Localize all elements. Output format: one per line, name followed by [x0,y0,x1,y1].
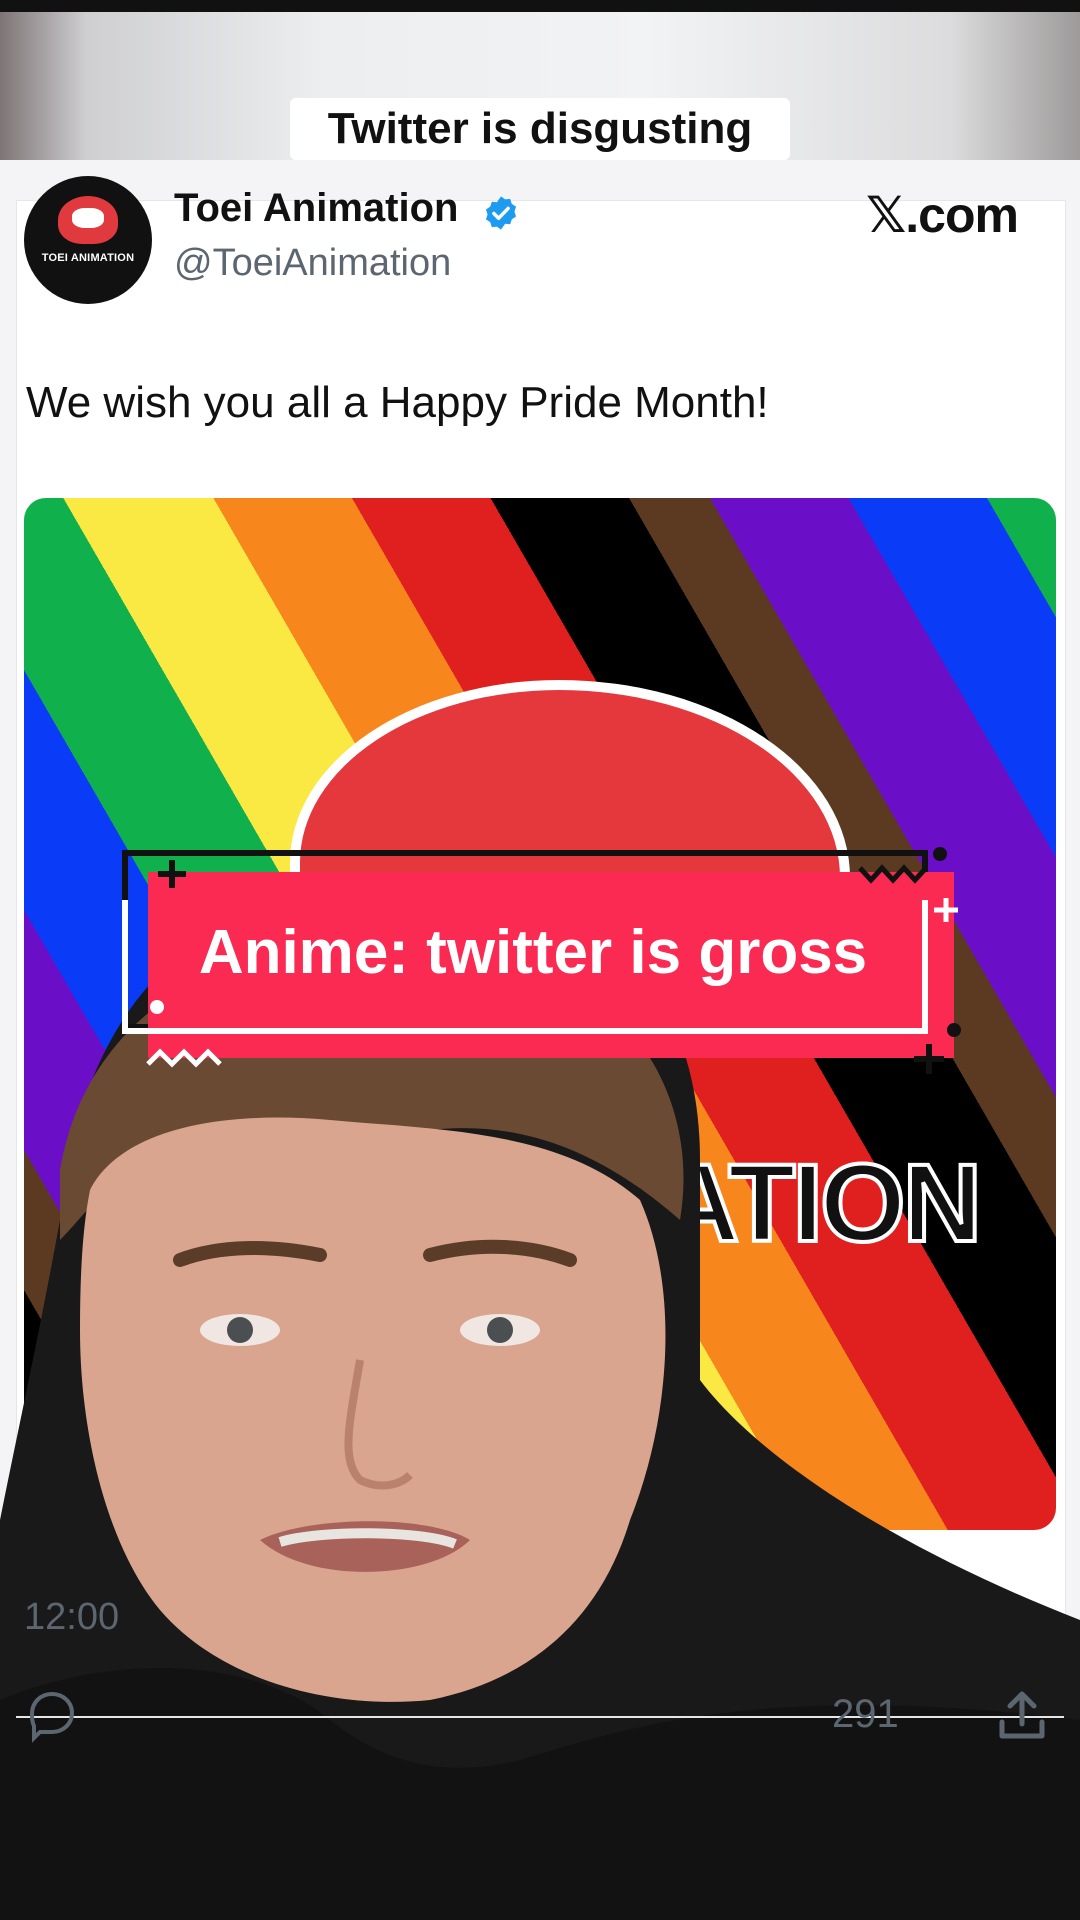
overlay-caption: Anime: twitter is gross [198,917,868,987]
user-handle[interactable]: @ToeiAnimation [174,242,451,285]
avatar-brand-text: TOEI ANIMATION [41,252,135,264]
tweet-text: We wish you all a Happy Pride Month! [26,378,769,427]
top-caption: Twitter is disgusting [290,98,790,160]
zigzag-decoration [146,1048,222,1068]
stats-divider [16,1716,1064,1718]
dot-decoration [933,847,947,861]
plus-decoration [158,860,186,888]
plus-decoration [914,1044,944,1074]
avatar[interactable]: TOEI ANIMATION [24,176,152,304]
top-bar [0,0,1080,12]
stat-count: 291 [832,1692,899,1736]
share-icon[interactable] [994,1688,1050,1744]
tweet-time: 12:00 [24,1596,120,1638]
logo-face [58,196,118,244]
verified-badge-icon [485,196,517,230]
reply-icon[interactable] [22,1686,80,1744]
dot-decoration [947,1023,961,1037]
site-label: 𝕏.com [866,187,1019,243]
plus-decoration [934,898,958,922]
dot-decoration [150,1000,164,1014]
display-name[interactable]: Toei Animation [174,186,458,231]
zigzag-decoration [858,864,928,884]
